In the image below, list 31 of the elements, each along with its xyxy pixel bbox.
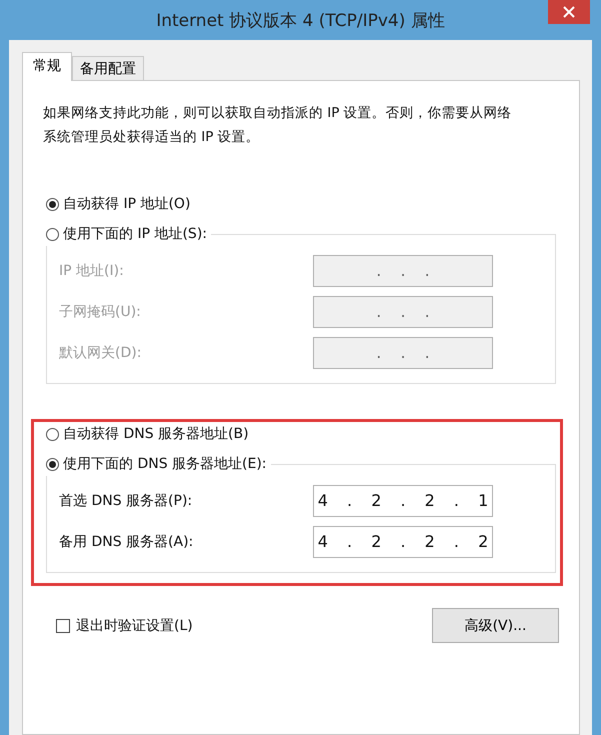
checkbox-label: 退出时验证设置(L) [76, 616, 193, 634]
ip-address-value: 4 . 2 . 2 . 1 [318, 491, 488, 510]
field-label: 子网掩码(U): [59, 302, 141, 320]
ip-address-field[interactable]: 4 . 2 . 2 . 2 [313, 526, 493, 558]
advanced-button[interactable]: 高级(V)... [432, 608, 559, 643]
radio-label: 自动获得 IP 地址(O) [63, 195, 190, 213]
field-label: 默认网关(D): [59, 344, 142, 362]
radio-label: 使用下面的 IP 地址(S): [63, 225, 207, 243]
ip-address-value: 4 . 2 . 2 . 2 [318, 532, 488, 551]
ip-address-value: . . . [376, 343, 430, 362]
field-label: 首选 DNS 服务器(P): [59, 492, 192, 510]
radio-label: 使用下面的 DNS 服务器地址(E): [63, 455, 267, 473]
close-button[interactable] [548, 0, 590, 24]
ip-address-value: . . . [376, 261, 430, 280]
ip-address-value: . . . [376, 302, 430, 321]
radio-button[interactable] [46, 198, 59, 210]
radio-label: 自动获得 DNS 服务器地址(B) [63, 425, 249, 443]
field-label: 备用 DNS 服务器(A): [59, 532, 194, 550]
radio-button[interactable] [46, 458, 59, 470]
ip-address-field[interactable]: 4 . 2 . 2 . 1 [313, 484, 493, 516]
window-title: Internet 协议版本 4 (TCP/IPv4) 属性 [156, 10, 445, 32]
checkbox[interactable] [56, 618, 70, 632]
radio-option[interactable]: 自动获得 IP 地址(O) [46, 192, 556, 216]
radio-button[interactable] [46, 428, 59, 440]
close-icon [563, 6, 575, 18]
tab[interactable]: 常规 [22, 52, 72, 81]
radio-option[interactable]: 自动获得 DNS 服务器地址(B) [46, 422, 556, 446]
tab[interactable]: 备用配置 [72, 56, 144, 80]
description-text: 如果网络支持此功能，则可以获取自动指派的 IP 设置。否则，你需要从网络系统管理员处获得适当的 IP 设置。 [43, 104, 513, 147]
radio-button[interactable] [46, 228, 59, 240]
field-label: IP 地址(I): [59, 262, 124, 280]
